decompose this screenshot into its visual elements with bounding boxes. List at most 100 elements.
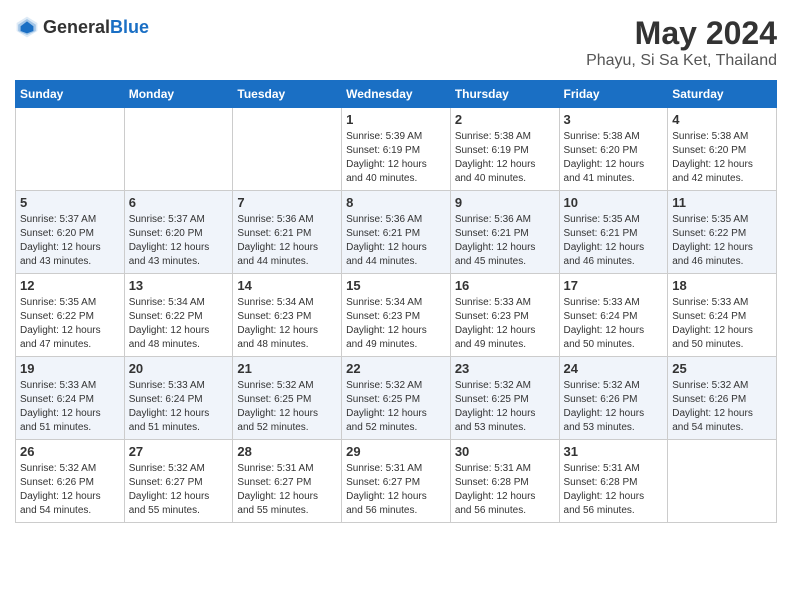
day-info: Sunrise: 5:39 AM Sunset: 6:19 PM Dayligh… (346, 130, 446, 186)
calendar-empty-day (233, 108, 342, 191)
day-info: Sunrise: 5:32 AM Sunset: 6:26 PM Dayligh… (672, 379, 772, 435)
calendar-day: 11 Sunrise: 5:35 AM Sunset: 6:22 PM Dayli… (668, 191, 777, 274)
day-number: 20 (129, 361, 229, 376)
calendar-day: 5Sunrise: 5:37 AM Sunset: 6:20 PM Daylig… (16, 191, 125, 274)
calendar-header-row: SundayMondayTuesdayWednesdayThursdayFrid… (16, 81, 777, 108)
day-number: 8 (346, 195, 446, 210)
day-number: 22 (346, 361, 446, 376)
calendar-day: 24Sunrise: 5:32 AM Sunset: 6:26 PM Dayli… (559, 357, 668, 440)
day-info: Sunrise: 5:32 AM Sunset: 6:25 PM Dayligh… (237, 379, 337, 435)
day-info: Sunrise: 5:34 AM Sunset: 6:22 PM Dayligh… (129, 296, 229, 352)
weekday-header: Wednesday (342, 81, 451, 108)
calendar-week-row: 1Sunrise: 5:39 AM Sunset: 6:19 PM Daylig… (16, 108, 777, 191)
day-number: 30 (455, 444, 555, 459)
day-number: 23 (455, 361, 555, 376)
day-info: Sunrise: 5:35 AM Sunset: 6:21 PM Dayligh… (564, 213, 664, 269)
day-info: Sunrise: 5:38 AM Sunset: 6:19 PM Dayligh… (455, 130, 555, 186)
weekday-header: Saturday (668, 81, 777, 108)
logo-general: General (43, 17, 110, 37)
day-info: Sunrise: 5:33 AM Sunset: 6:24 PM Dayligh… (129, 379, 229, 435)
calendar-day: 21Sunrise: 5:32 AM Sunset: 6:25 PM Dayli… (233, 357, 342, 440)
day-info: Sunrise: 5:32 AM Sunset: 6:25 PM Dayligh… (455, 379, 555, 435)
weekday-header: Tuesday (233, 81, 342, 108)
day-info: Sunrise: 5:32 AM Sunset: 6:26 PM Dayligh… (20, 462, 120, 518)
day-info: Sunrise: 5:38 AM Sunset: 6:20 PM Dayligh… (564, 130, 664, 186)
calendar-day: 27Sunrise: 5:32 AM Sunset: 6:27 PM Dayli… (124, 440, 233, 523)
day-info: Sunrise: 5:34 AM Sunset: 6:23 PM Dayligh… (237, 296, 337, 352)
calendar-empty-day (668, 440, 777, 523)
calendar-day: 31 Sunrise: 5:31 AM Sunset: 6:28 PM Dayli… (559, 440, 668, 523)
calendar-day: 12 Sunrise: 5:35 AM Sunset: 6:22 PM Dayli… (16, 274, 125, 357)
day-info: Sunrise: 5:36 AM Sunset: 6:21 PM Dayligh… (455, 213, 555, 269)
day-info: Sunrise: 5:38 AM Sunset: 6:20 PM Dayligh… (672, 130, 772, 186)
day-number: 25 (672, 361, 772, 376)
day-info: Sunrise: 5:35 AM Sunset: 6:22 PM Dayligh… (672, 213, 772, 269)
day-number: 27 (129, 444, 229, 459)
day-number: 10 (564, 195, 664, 210)
calendar-day: 4 Sunrise: 5:38 AM Sunset: 6:20 PM Daylig… (668, 108, 777, 191)
day-info: Sunrise: 5:31 AM Sunset: 6:28 PM Dayligh… (564, 462, 664, 518)
title-area: May 2024 Phayu, Si Sa Ket, Thailand (586, 15, 777, 70)
calendar-day: 7Sunrise: 5:36 AM Sunset: 6:21 PM Daylig… (233, 191, 342, 274)
weekday-header: Sunday (16, 81, 125, 108)
day-info: Sunrise: 5:33 AM Sunset: 6:24 PM Dayligh… (564, 296, 664, 352)
calendar-day: 6 Sunrise: 5:37 AM Sunset: 6:20 PM Daylig… (124, 191, 233, 274)
day-number: 9 (455, 195, 555, 210)
day-info: Sunrise: 5:32 AM Sunset: 6:26 PM Dayligh… (564, 379, 664, 435)
day-info: Sunrise: 5:32 AM Sunset: 6:25 PM Dayligh… (346, 379, 446, 435)
main-title: May 2024 (586, 15, 777, 52)
calendar-week-row: 19 Sunrise: 5:33 AM Sunset: 6:24 PM Dayli… (16, 357, 777, 440)
calendar-empty-day (16, 108, 125, 191)
day-number: 28 (237, 444, 337, 459)
day-number: 14 (237, 278, 337, 293)
day-number: 3 (564, 112, 664, 127)
calendar-day: 25 Sunrise: 5:32 AM Sunset: 6:26 PM Dayli… (668, 357, 777, 440)
day-info: Sunrise: 5:34 AM Sunset: 6:23 PM Dayligh… (346, 296, 446, 352)
calendar-day: 13Sunrise: 5:34 AM Sunset: 6:22 PM Dayli… (124, 274, 233, 357)
subtitle: Phayu, Si Sa Ket, Thailand (586, 52, 777, 70)
day-info: Sunrise: 5:37 AM Sunset: 6:20 PM Dayligh… (129, 213, 229, 269)
day-info: Sunrise: 5:37 AM Sunset: 6:20 PM Dayligh… (20, 213, 120, 269)
day-info: Sunrise: 5:31 AM Sunset: 6:27 PM Dayligh… (237, 462, 337, 518)
logo-blue: Blue (110, 17, 149, 37)
day-number: 2 (455, 112, 555, 127)
header: GeneralBlue May 2024 Phayu, Si Sa Ket, T… (15, 15, 777, 70)
day-info: Sunrise: 5:33 AM Sunset: 6:24 PM Dayligh… (20, 379, 120, 435)
day-number: 26 (20, 444, 120, 459)
day-number: 15 (346, 278, 446, 293)
day-number: 31 (564, 444, 664, 459)
weekday-header: Friday (559, 81, 668, 108)
calendar-day: 18 Sunrise: 5:33 AM Sunset: 6:24 PM Dayli… (668, 274, 777, 357)
calendar-day: 15 Sunrise: 5:34 AM Sunset: 6:23 PM Dayli… (342, 274, 451, 357)
logo: GeneralBlue (15, 15, 149, 39)
calendar-day: 14 Sunrise: 5:34 AM Sunset: 6:23 PM Dayli… (233, 274, 342, 357)
calendar-day: 10 Sunrise: 5:35 AM Sunset: 6:21 PM Dayli… (559, 191, 668, 274)
day-number: 4 (672, 112, 772, 127)
day-number: 16 (455, 278, 555, 293)
calendar-day: 23 Sunrise: 5:32 AM Sunset: 6:25 PM Dayli… (450, 357, 559, 440)
day-info: Sunrise: 5:36 AM Sunset: 6:21 PM Dayligh… (237, 213, 337, 269)
calendar-day: 9 Sunrise: 5:36 AM Sunset: 6:21 PM Daylig… (450, 191, 559, 274)
calendar-day: 17 Sunrise: 5:33 AM Sunset: 6:24 PM Dayli… (559, 274, 668, 357)
calendar-day: 1Sunrise: 5:39 AM Sunset: 6:19 PM Daylig… (342, 108, 451, 191)
calendar-day: 2 Sunrise: 5:38 AM Sunset: 6:19 PM Daylig… (450, 108, 559, 191)
day-info: Sunrise: 5:33 AM Sunset: 6:23 PM Dayligh… (455, 296, 555, 352)
day-number: 12 (20, 278, 120, 293)
logo-icon (15, 15, 39, 39)
weekday-header: Thursday (450, 81, 559, 108)
day-number: 11 (672, 195, 772, 210)
day-number: 18 (672, 278, 772, 293)
day-info: Sunrise: 5:33 AM Sunset: 6:24 PM Dayligh… (672, 296, 772, 352)
calendar-day: 16 Sunrise: 5:33 AM Sunset: 6:23 PM Dayli… (450, 274, 559, 357)
day-number: 29 (346, 444, 446, 459)
day-info: Sunrise: 5:35 AM Sunset: 6:22 PM Dayligh… (20, 296, 120, 352)
calendar-day: 29Sunrise: 5:31 AM Sunset: 6:27 PM Dayli… (342, 440, 451, 523)
calendar-empty-day (124, 108, 233, 191)
day-number: 19 (20, 361, 120, 376)
calendar-day: 8Sunrise: 5:36 AM Sunset: 6:21 PM Daylig… (342, 191, 451, 274)
calendar-day: 19 Sunrise: 5:33 AM Sunset: 6:24 PM Dayli… (16, 357, 125, 440)
logo-text: GeneralBlue (43, 17, 149, 38)
day-number: 6 (129, 195, 229, 210)
calendar-week-row: 12 Sunrise: 5:35 AM Sunset: 6:22 PM Dayli… (16, 274, 777, 357)
day-number: 17 (564, 278, 664, 293)
